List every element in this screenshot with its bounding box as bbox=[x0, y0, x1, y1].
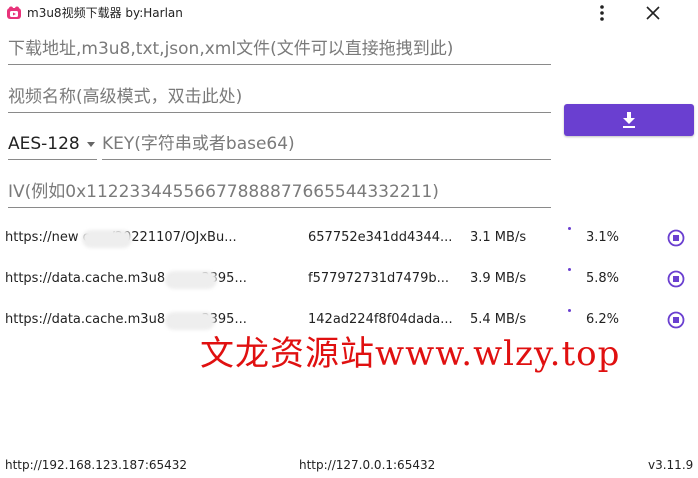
task-speed: 3.1 MB/s bbox=[470, 230, 527, 245]
status-lan-address[interactable]: http://192.168.123.187:65432 bbox=[5, 458, 187, 472]
dropdown-arrow-icon bbox=[87, 142, 95, 147]
task-hash: 142ad224f8f04dada... bbox=[308, 312, 453, 327]
task-speed: 3.9 MB/s bbox=[470, 271, 527, 286]
task-percent: 3.1% bbox=[586, 230, 620, 245]
more-options-button[interactable] bbox=[591, 2, 613, 24]
stop-button[interactable] bbox=[667, 311, 685, 329]
close-button[interactable] bbox=[642, 2, 664, 24]
download-icon bbox=[623, 112, 635, 128]
task-percent: 6.2% bbox=[586, 312, 620, 327]
status-local-address[interactable]: http://127.0.0.1:65432 bbox=[299, 458, 435, 472]
task-speed: 5.4 MB/s bbox=[470, 312, 527, 327]
download-button[interactable] bbox=[564, 104, 694, 136]
key-field bbox=[102, 129, 551, 160]
stop-circle-icon bbox=[667, 229, 685, 247]
window-title: m3u8视频下载器 by:Harlan bbox=[27, 6, 183, 20]
encryption-select[interactable]: AES-128 bbox=[8, 129, 97, 160]
task-progress-indicator bbox=[568, 227, 571, 230]
redaction-mask bbox=[165, 271, 217, 289]
task-progress-indicator bbox=[568, 309, 571, 312]
url-input[interactable] bbox=[8, 34, 551, 64]
task-url: https://data.cache.m3u8 com:3395... bbox=[5, 271, 247, 286]
stop-circle-icon bbox=[667, 270, 685, 288]
redaction-mask bbox=[82, 230, 132, 248]
status-version: v3.11.9 bbox=[648, 458, 694, 472]
video-name-field bbox=[8, 82, 551, 113]
task-hash: 657752e341dd4344... bbox=[308, 230, 453, 245]
iv-field bbox=[8, 177, 551, 208]
stop-button[interactable] bbox=[667, 270, 685, 288]
video-name-input[interactable] bbox=[8, 82, 551, 112]
task-row[interactable]: https://data.cache.m3u8 com:3395... f577… bbox=[0, 263, 698, 293]
close-icon bbox=[646, 6, 660, 20]
key-input[interactable] bbox=[102, 129, 551, 159]
app-logo-icon bbox=[7, 5, 21, 19]
task-url: https://new com/20221107/OJxBu... bbox=[5, 230, 237, 245]
task-hash: f577972731d7479b... bbox=[308, 271, 450, 286]
more-vertical-icon bbox=[600, 5, 604, 21]
url-field bbox=[8, 34, 551, 65]
task-url: https://data.cache.m3u8 com:3395... bbox=[5, 312, 247, 327]
encryption-select-value: AES-128 bbox=[8, 134, 80, 154]
task-row[interactable]: https://new com/20221107/OJxBu... 657752… bbox=[0, 222, 698, 252]
stop-button[interactable] bbox=[667, 229, 685, 247]
task-percent: 5.8% bbox=[586, 271, 620, 286]
title-bar: m3u8视频下载器 by:Harlan bbox=[0, 0, 698, 26]
task-progress-indicator bbox=[568, 268, 571, 271]
stop-circle-icon bbox=[667, 311, 685, 329]
iv-input[interactable] bbox=[8, 177, 551, 207]
watermark-text: 文龙资源站www.wlzy.top bbox=[200, 334, 621, 374]
